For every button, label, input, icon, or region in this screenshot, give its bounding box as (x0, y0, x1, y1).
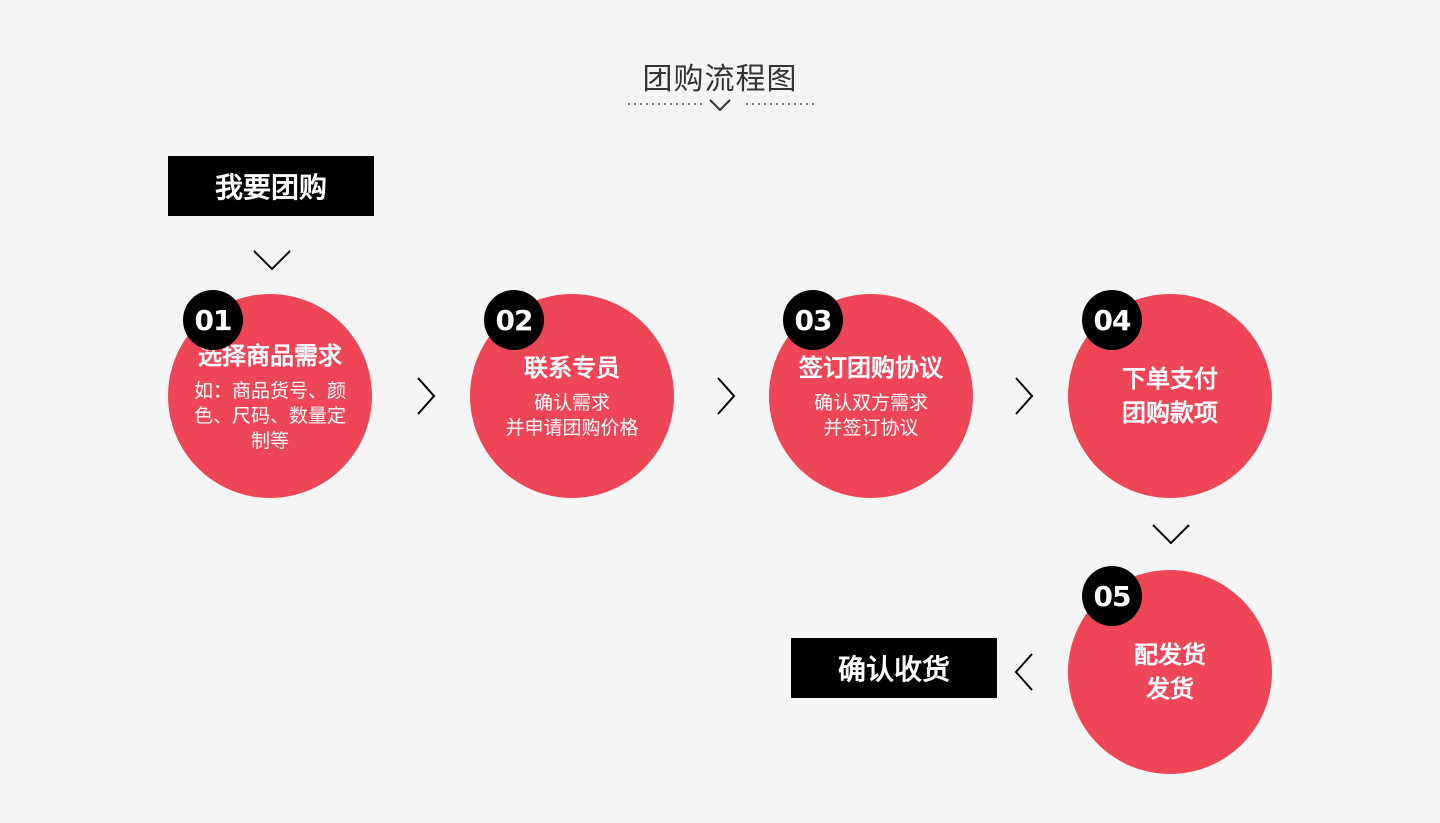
step-3-number: 03 (783, 290, 843, 350)
step-5-title-line-1: 配发货 (1134, 641, 1206, 669)
chevron-left-icon (1014, 653, 1033, 691)
chevron-right-icon (417, 377, 436, 415)
chevron-down-icon (709, 99, 731, 112)
step-2-title: 联系专员 (524, 354, 620, 382)
step-3-desc: 确认双方需求 并签订协议 (814, 391, 928, 441)
step-3-desc-line-1: 确认双方需求 (813, 392, 928, 414)
step-2-desc-line-2: 并申请团购价格 (505, 417, 639, 439)
step-2-desc-line-1: 确认需求 (533, 392, 610, 414)
chevron-right-icon (717, 377, 736, 415)
step-2-number: 02 (484, 290, 544, 350)
step-5-number: 05 (1082, 566, 1142, 626)
step-5-title-line-2: 发货 (1146, 675, 1194, 703)
step-2-desc: 确认需求 并申请团购价格 (505, 391, 638, 441)
chevron-down-icon (1152, 524, 1190, 545)
step-1-desc: 如：商品货号、颜色、尺码、数量定制等 (193, 379, 346, 452)
chevron-down-icon (253, 250, 291, 271)
step-4-number: 04 (1082, 290, 1142, 350)
step-4-title-line-2: 团购款项 (1122, 399, 1218, 427)
start-box: 我要团购 (168, 156, 374, 216)
end-box: 确认收货 (791, 638, 997, 698)
step-1-number: 01 (183, 290, 243, 350)
chevron-right-icon (1015, 377, 1034, 415)
title-divider (628, 99, 816, 112)
step-4-title-line-1: 下单支付 (1122, 365, 1218, 393)
step-3-desc-line-2: 并签订协议 (823, 417, 919, 439)
step-3-title: 签订团购协议 (799, 354, 943, 382)
